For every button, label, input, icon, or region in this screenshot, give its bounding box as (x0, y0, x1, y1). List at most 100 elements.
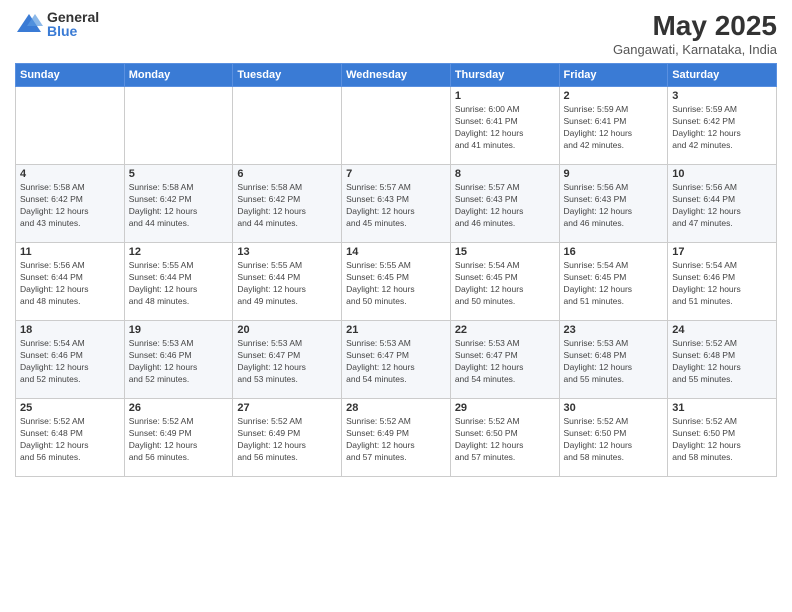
day-num-18: 18 (20, 324, 120, 336)
day-info-23: Sunrise: 5:53 AM Sunset: 6:48 PM Dayligh… (564, 338, 664, 386)
cell-4-6: 31 Sunrise: 5:52 AM Sunset: 6:50 PM Dayli… (668, 399, 777, 477)
day-info-24: Sunrise: 5:52 AM Sunset: 6:48 PM Dayligh… (672, 338, 772, 386)
day-num-28: 28 (346, 402, 446, 414)
week-row-2: 11Sunrise: 5:56 AM Sunset: 6:44 PM Dayli… (16, 243, 777, 321)
day-num-26: 26 (129, 402, 229, 414)
cell-3-2: 20Sunrise: 5:53 AM Sunset: 6:47 PM Dayli… (233, 321, 342, 399)
cell-2-6: 17Sunrise: 5:54 AM Sunset: 6:46 PM Dayli… (668, 243, 777, 321)
cell-2-3: 14 Sunrise: 5:55 AM Sunset: 6:45 PM Dayli… (342, 243, 451, 321)
day-num-3: 3 (672, 90, 772, 102)
day-num-11: 11 (20, 246, 120, 258)
cell-1-5: 9 Sunrise: 5:56 AM Sunset: 6:43 PM Daylig… (559, 165, 668, 243)
calendar-table: Sunday Monday Tuesday Wednesday Thursday… (15, 63, 777, 477)
day-num-30: 30 (564, 402, 664, 414)
day-num-19: 19 (129, 324, 229, 336)
cell-1-4: 8Sunrise: 5:57 AM Sunset: 6:43 PM Daylig… (450, 165, 559, 243)
cell-1-6: 10 Sunrise: 5:56 AM Sunset: 6:44 PM Dayli… (668, 165, 777, 243)
day-num-31: 31 (672, 402, 772, 414)
day-info-25: Sunrise: 5:52 AM Sunset: 6:48 PM Dayligh… (20, 416, 120, 464)
cell-2-4: 15 Sunrise: 5:54 AM Sunset: 6:45 PM Dayli… (450, 243, 559, 321)
week-row-4: 25 Sunrise: 5:52 AM Sunset: 6:48 PM Dayli… (16, 399, 777, 477)
day-info-6: Sunrise: 5:58 AM Sunset: 6:42 PM Dayligh… (237, 182, 337, 230)
day-info-17: Sunrise: 5:54 AM Sunset: 6:46 PM Dayligh… (672, 260, 772, 308)
day-info-15: Sunrise: 5:54 AM Sunset: 6:45 PM Dayligh… (455, 260, 555, 308)
day-info-10: Sunrise: 5:56 AM Sunset: 6:44 PM Dayligh… (672, 182, 772, 230)
day-info-1: Sunrise: 6:00 AM Sunset: 6:41 PM Dayligh… (455, 104, 555, 152)
col-monday: Monday (124, 64, 233, 87)
logo: General Blue (15, 10, 99, 38)
day-info-3: Sunrise: 5:59 AM Sunset: 6:42 PM Dayligh… (672, 104, 772, 152)
cell-2-2: 13Sunrise: 5:55 AM Sunset: 6:44 PM Dayli… (233, 243, 342, 321)
week-row-1: 4 Sunrise: 5:58 AM Sunset: 6:42 PM Daylig… (16, 165, 777, 243)
day-num-1: 1 (455, 90, 555, 102)
day-num-21: 21 (346, 324, 446, 336)
day-info-14: Sunrise: 5:55 AM Sunset: 6:45 PM Dayligh… (346, 260, 446, 308)
col-wednesday: Wednesday (342, 64, 451, 87)
col-thursday: Thursday (450, 64, 559, 87)
header-row: Sunday Monday Tuesday Wednesday Thursday… (16, 64, 777, 87)
day-info-4: Sunrise: 5:58 AM Sunset: 6:42 PM Dayligh… (20, 182, 120, 230)
cell-2-5: 16Sunrise: 5:54 AM Sunset: 6:45 PM Dayli… (559, 243, 668, 321)
week-row-3: 18 Sunrise: 5:54 AM Sunset: 6:46 PM Dayli… (16, 321, 777, 399)
cell-0-4: 1 Sunrise: 6:00 AM Sunset: 6:41 PM Daylig… (450, 87, 559, 165)
logo-blue-text: Blue (47, 24, 99, 38)
cell-1-1: 5 Sunrise: 5:58 AM Sunset: 6:42 PM Daylig… (124, 165, 233, 243)
cell-3-0: 18 Sunrise: 5:54 AM Sunset: 6:46 PM Dayli… (16, 321, 125, 399)
logo-general-text: General (47, 10, 99, 24)
day-num-14: 14 (346, 246, 446, 258)
day-num-8: 8 (455, 168, 555, 180)
day-num-2: 2 (564, 90, 664, 102)
day-num-22: 22 (455, 324, 555, 336)
cell-0-1 (124, 87, 233, 165)
day-info-29: Sunrise: 5:52 AM Sunset: 6:50 PM Dayligh… (455, 416, 555, 464)
cell-3-1: 19Sunrise: 5:53 AM Sunset: 6:46 PM Dayli… (124, 321, 233, 399)
day-info-31: Sunrise: 5:52 AM Sunset: 6:50 PM Dayligh… (672, 416, 772, 464)
cell-4-4: 29 Sunrise: 5:52 AM Sunset: 6:50 PM Dayli… (450, 399, 559, 477)
cell-1-2: 6 Sunrise: 5:58 AM Sunset: 6:42 PM Daylig… (233, 165, 342, 243)
day-info-30: Sunrise: 5:52 AM Sunset: 6:50 PM Dayligh… (564, 416, 664, 464)
month-title: May 2025 (613, 10, 777, 42)
day-num-7: 7 (346, 168, 446, 180)
cell-3-4: 22 Sunrise: 5:53 AM Sunset: 6:47 PM Dayli… (450, 321, 559, 399)
cell-3-6: 24 Sunrise: 5:52 AM Sunset: 6:48 PM Dayli… (668, 321, 777, 399)
logo-icon (15, 12, 43, 36)
cell-0-6: 3 Sunrise: 5:59 AM Sunset: 6:42 PM Daylig… (668, 87, 777, 165)
cell-4-2: 27 Sunrise: 5:52 AM Sunset: 6:49 PM Dayli… (233, 399, 342, 477)
day-num-4: 4 (20, 168, 120, 180)
day-num-13: 13 (237, 246, 337, 258)
day-num-20: 20 (237, 324, 337, 336)
title-block: May 2025 Gangawati, Karnataka, India (613, 10, 777, 57)
day-info-12: Sunrise: 5:55 AM Sunset: 6:44 PM Dayligh… (129, 260, 229, 308)
day-num-5: 5 (129, 168, 229, 180)
day-num-24: 24 (672, 324, 772, 336)
location-title: Gangawati, Karnataka, India (613, 42, 777, 57)
day-info-5: Sunrise: 5:58 AM Sunset: 6:42 PM Dayligh… (129, 182, 229, 230)
cell-0-2 (233, 87, 342, 165)
cell-4-3: 28Sunrise: 5:52 AM Sunset: 6:49 PM Dayli… (342, 399, 451, 477)
day-info-9: Sunrise: 5:56 AM Sunset: 6:43 PM Dayligh… (564, 182, 664, 230)
day-info-18: Sunrise: 5:54 AM Sunset: 6:46 PM Dayligh… (20, 338, 120, 386)
cell-3-5: 23 Sunrise: 5:53 AM Sunset: 6:48 PM Dayli… (559, 321, 668, 399)
cell-1-3: 7 Sunrise: 5:57 AM Sunset: 6:43 PM Daylig… (342, 165, 451, 243)
day-num-29: 29 (455, 402, 555, 414)
day-num-25: 25 (20, 402, 120, 414)
day-info-22: Sunrise: 5:53 AM Sunset: 6:47 PM Dayligh… (455, 338, 555, 386)
day-num-9: 9 (564, 168, 664, 180)
calendar-page: General Blue May 2025 Gangawati, Karnata… (0, 0, 792, 612)
day-num-12: 12 (129, 246, 229, 258)
cell-2-1: 12 Sunrise: 5:55 AM Sunset: 6:44 PM Dayli… (124, 243, 233, 321)
day-info-7: Sunrise: 5:57 AM Sunset: 6:43 PM Dayligh… (346, 182, 446, 230)
day-num-15: 15 (455, 246, 555, 258)
day-num-27: 27 (237, 402, 337, 414)
cell-0-5: 2Sunrise: 5:59 AM Sunset: 6:41 PM Daylig… (559, 87, 668, 165)
day-info-27: Sunrise: 5:52 AM Sunset: 6:49 PM Dayligh… (237, 416, 337, 464)
cell-2-0: 11Sunrise: 5:56 AM Sunset: 6:44 PM Dayli… (16, 243, 125, 321)
day-num-10: 10 (672, 168, 772, 180)
day-info-16: Sunrise: 5:54 AM Sunset: 6:45 PM Dayligh… (564, 260, 664, 308)
day-num-23: 23 (564, 324, 664, 336)
day-num-6: 6 (237, 168, 337, 180)
week-row-0: 1 Sunrise: 6:00 AM Sunset: 6:41 PM Daylig… (16, 87, 777, 165)
col-sunday: Sunday (16, 64, 125, 87)
header: General Blue May 2025 Gangawati, Karnata… (15, 10, 777, 57)
logo-text: General Blue (47, 10, 99, 38)
